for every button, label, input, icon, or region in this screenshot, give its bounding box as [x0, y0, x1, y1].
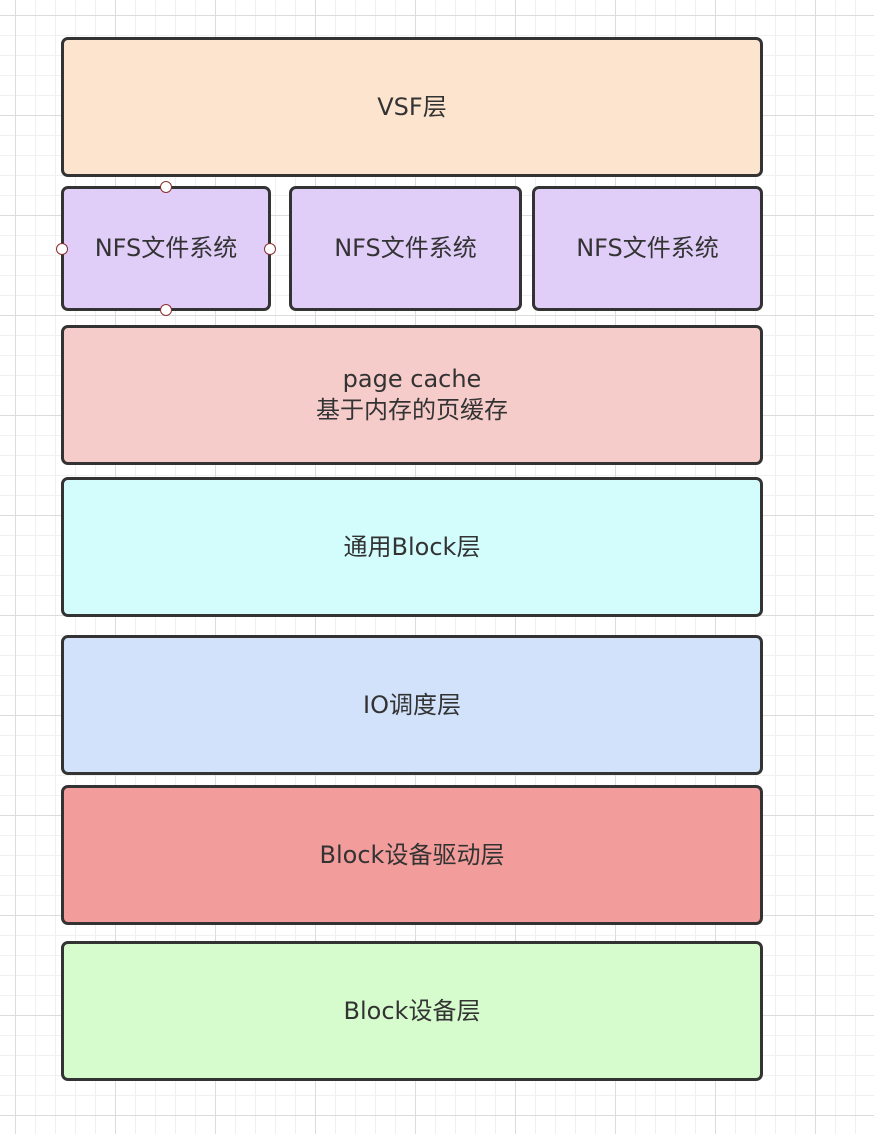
connection-handle-left[interactable]: [56, 243, 68, 255]
vfs-layer-label: VSF层: [377, 92, 447, 121]
block-device-layer-label: Block设备层: [343, 996, 481, 1025]
nfs-filesystem-label: NFS文件系统: [576, 234, 719, 262]
generic-block-layer-box[interactable]: 通用Block层: [61, 477, 763, 617]
connection-handle-right[interactable]: [264, 243, 276, 255]
page-cache-description: 基于内存的页缓存: [316, 396, 508, 424]
block-driver-layer-box[interactable]: Block设备驱动层: [61, 785, 763, 925]
generic-block-layer-label: 通用Block层: [343, 532, 481, 561]
nfs-filesystem-label: NFS文件系统: [94, 234, 238, 262]
nfs-filesystem-box-1[interactable]: NFS文件系统: [61, 186, 271, 311]
block-driver-layer-label: Block设备驱动层: [319, 840, 505, 869]
vfs-layer-box[interactable]: VSF层: [61, 37, 763, 177]
nfs-filesystem-box-2[interactable]: NFS文件系统: [289, 186, 522, 311]
io-scheduler-layer-label: IO调度层: [363, 690, 461, 719]
nfs-filesystem-label: NFS文件系统: [334, 234, 477, 262]
page-cache-label: page cache: [342, 365, 482, 393]
block-device-layer-box[interactable]: Block设备层: [61, 941, 763, 1081]
nfs-filesystem-box-3[interactable]: NFS文件系统: [532, 186, 763, 311]
io-scheduler-layer-box[interactable]: IO调度层: [61, 635, 763, 775]
connection-handle-top[interactable]: [160, 181, 172, 193]
page-cache-layer-box[interactable]: page cache 基于内存的页缓存: [61, 325, 763, 465]
connection-handle-bottom[interactable]: [160, 304, 172, 316]
